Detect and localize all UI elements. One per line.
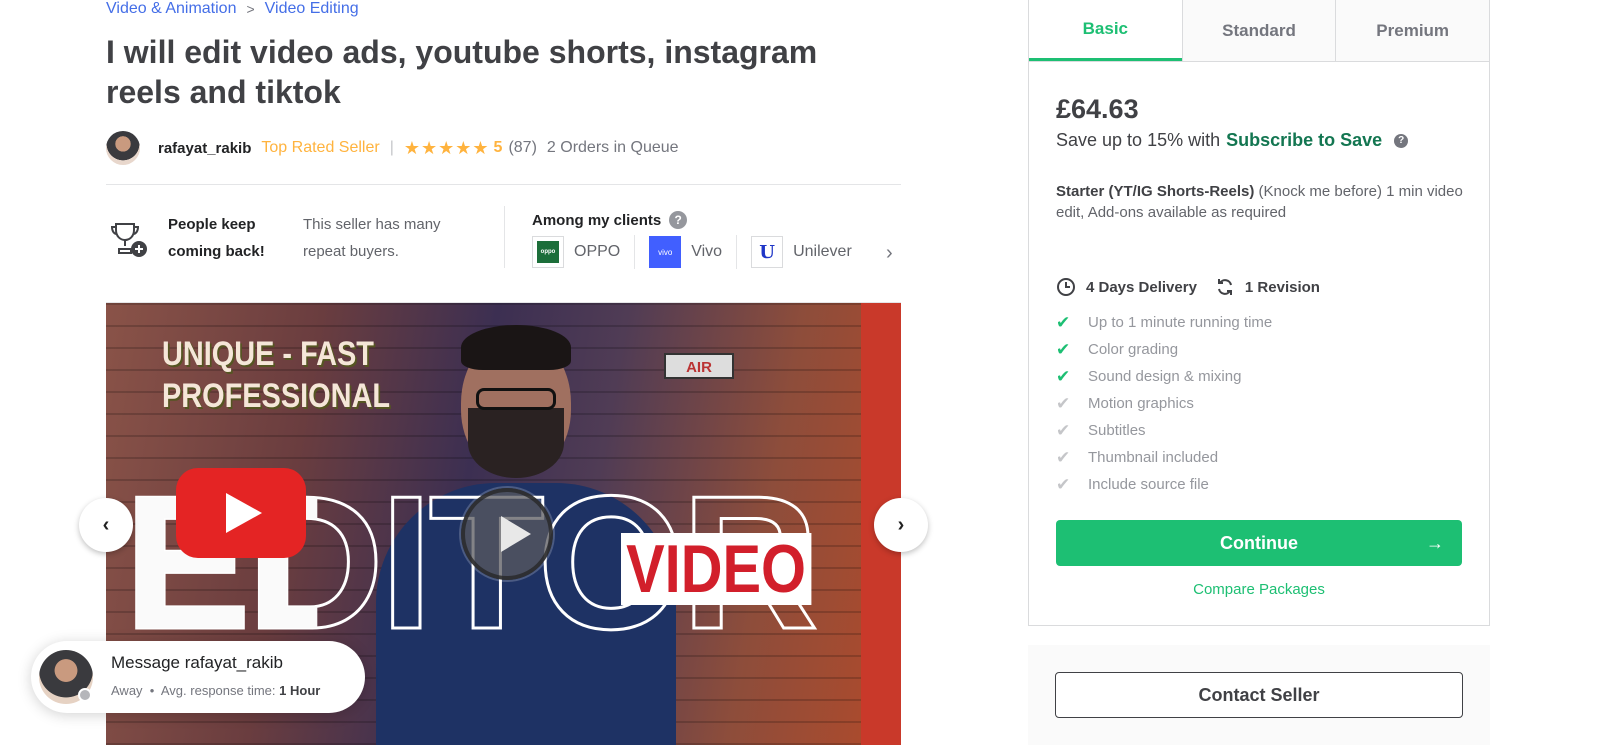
revision-count: 1 Revision [1244, 278, 1320, 296]
gallery-next-button[interactable]: › [874, 498, 928, 552]
tab-premium[interactable]: Premium [1335, 0, 1490, 61]
tab-standard[interactable]: Standard [1181, 0, 1336, 61]
clients-next-chevron-icon[interactable]: › [886, 242, 893, 265]
subscribe-save-row: Save up to 15% with Subscribe to Save ? [1056, 130, 1409, 151]
breadcrumb-category[interactable]: Video & Animation [106, 0, 236, 18]
response-time-value: 1 Hour [279, 683, 321, 698]
vertical-divider [504, 206, 505, 268]
arrow-right-icon: → [1426, 532, 1444, 553]
clock-icon [1057, 278, 1075, 296]
help-icon[interactable]: ? [669, 211, 688, 229]
thumbnail-video-text: VIDEO [621, 533, 812, 605]
divider: | [389, 139, 394, 156]
thumbnail-headline: UNIQUE - FAST PROFESSIONAL [162, 335, 391, 415]
feature-item: ✔ Motion graphics [1056, 393, 1194, 413]
check-icon: ✔ [1056, 366, 1071, 386]
check-icon: ✔ [1056, 393, 1071, 413]
rating-score: 5 [493, 139, 503, 156]
save-text: Save up to 15% with [1056, 130, 1221, 150]
tab-basic[interactable]: Basic [1029, 0, 1182, 61]
feature-item: ✔ Subtitles [1056, 420, 1146, 440]
seller-name[interactable]: rafayat_rakib [158, 140, 251, 157]
clients-heading: Among my clients ? [532, 211, 688, 229]
package-price: £64.63 [1056, 94, 1139, 124]
seller-level-badge: Top Rated Seller [261, 139, 380, 156]
client-name: Unilever [793, 243, 852, 260]
star-rating-icon: ★★★★★ [403, 137, 490, 158]
seller-overview: rafayat_rakib Top Rated Seller | ★★★★★ 5… [106, 131, 679, 165]
feature-item: ✔ Up to 1 minute running time [1056, 312, 1273, 332]
trophy-icon [110, 223, 147, 257]
seller-avatar[interactable] [106, 131, 140, 165]
away-status-dot [78, 688, 92, 702]
message-title: Message rafayat_rakib [111, 653, 283, 672]
oppo-logo-icon: oppo [532, 236, 564, 268]
contact-section: Contact Seller [1028, 645, 1490, 745]
status-text: Away [111, 683, 143, 698]
continue-label: Continue [1220, 532, 1298, 553]
client-item-vivo[interactable]: vivo Vivo [649, 235, 738, 269]
play-icon[interactable] [461, 488, 553, 580]
orders-in-queue: 2 Orders in Queue [546, 139, 679, 156]
gallery-prev-button[interactable]: ‹ [79, 498, 133, 552]
feature-list: ✔ Up to 1 minute running time ✔ Color grad… [1056, 309, 1272, 498]
message-status: Away • Avg. response time: 1 Hour [111, 683, 320, 698]
unilever-logo-icon: U [751, 236, 784, 268]
package-tabs: Basic Standard Premium [1029, 0, 1490, 62]
gig-title: I will edit video ads, youtube shorts, i… [106, 34, 818, 110]
message-seller-bubble[interactable]: Message rafayat_rakib Away • Avg. respon… [31, 641, 365, 713]
response-time-label: Avg. response time: [160, 683, 276, 698]
client-name: OPPO [574, 243, 621, 260]
chevron-right-icon: > [246, 1, 255, 17]
check-icon: ✔ [1056, 420, 1071, 440]
feature-item: ✔ Color grading [1056, 339, 1179, 359]
continue-button[interactable]: Continue → [1056, 520, 1462, 566]
contact-seller-button[interactable]: Contact Seller [1055, 672, 1463, 718]
bullet-separator: • [149, 683, 155, 698]
section-divider [106, 184, 901, 185]
breadcrumb: Video & Animation > Video Editing [106, 0, 359, 18]
feature-item: ✔ Sound design & mixing [1056, 366, 1242, 386]
thumbnail-air-sign: AIR [664, 353, 734, 379]
repeat-buyers-description: This seller has many repeat buyers. [303, 216, 441, 260]
client-item-oppo[interactable]: oppo OPPO [532, 235, 636, 269]
subscribe-to-save-link[interactable]: Subscribe to Save [1226, 130, 1382, 151]
feature-item: ✔ Thumbnail included [1056, 447, 1219, 467]
help-icon[interactable]: ? [1394, 133, 1409, 148]
clients-list: oppo OPPO vivo Vivo U Unilever [532, 235, 880, 269]
check-icon: ✔ [1056, 447, 1071, 467]
check-icon: ✔ [1056, 474, 1071, 494]
package-description: Starter (YT/IG Shorts-Reels) (Knock me b… [1056, 181, 1471, 223]
client-item-unilever[interactable]: U Unilever [751, 235, 866, 269]
delivery-time: 4 Days Delivery [1086, 278, 1197, 296]
youtube-logo-icon [176, 468, 306, 558]
feature-item: ✔ Include source file [1056, 474, 1209, 494]
compare-packages-link[interactable]: Compare Packages [1029, 581, 1489, 598]
review-count[interactable]: (87) [508, 139, 536, 157]
breadcrumb-subcategory[interactable]: Video Editing [265, 0, 359, 18]
clients-title: Among my clients [532, 211, 662, 229]
check-icon: ✔ [1056, 339, 1071, 359]
refresh-icon [1217, 279, 1232, 295]
package-panel: Basic Standard Premium £64.63 Save up to… [1028, 0, 1490, 626]
client-name: Vivo [691, 243, 723, 260]
delivery-revisions: 4 Days Delivery 1 Revision [1056, 277, 1320, 297]
check-icon: ✔ [1056, 312, 1071, 332]
repeat-buyers-title: People keep coming back! [168, 216, 265, 260]
package-name: Starter (YT/IG Shorts-Reels) [1056, 183, 1255, 200]
vivo-logo-icon: vivo [649, 236, 682, 268]
